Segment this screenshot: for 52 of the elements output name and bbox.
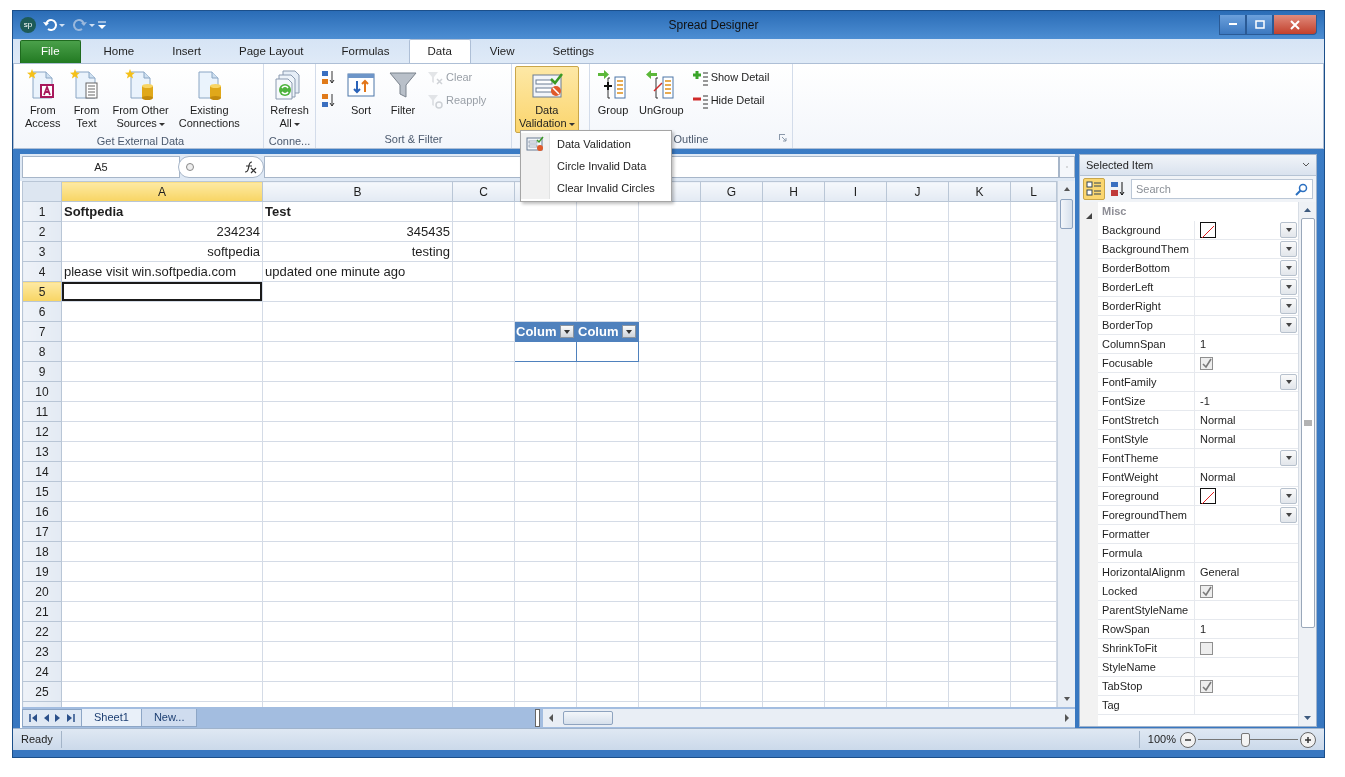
property-name: BorderLeft (1098, 278, 1195, 297)
property-name: FontSize (1098, 392, 1195, 411)
property-name: Locked (1098, 582, 1195, 601)
property-value: Normal (1200, 469, 1236, 485)
property-name: FontFamily (1098, 373, 1195, 392)
property-value: 1 (1200, 621, 1207, 637)
group-label: Get External Data (96, 135, 185, 147)
window-title: Spread Designer (667, 17, 760, 34)
table-cell: updated one minute ago (262, 261, 453, 282)
table-cell: Test (262, 201, 453, 222)
property-name: Formula (1098, 544, 1195, 563)
property-name: BorderRight (1098, 297, 1195, 316)
property-name: FontStretch (1098, 411, 1195, 430)
zoom-level: 100% (1138, 731, 1176, 748)
table-cell: Softpedia (61, 201, 263, 222)
group-label: Conne... (268, 135, 311, 147)
panel-title: Selected Item (1086, 157, 1154, 173)
table-cell: please visit win.softpedia.com (61, 261, 263, 282)
property-name: ColumnSpan (1098, 335, 1195, 354)
status-text: Ready (21, 731, 62, 748)
property-name: HorizontalAlignm (1098, 563, 1195, 582)
group-label: Sort & Filter (384, 133, 443, 145)
property-name: Tag (1098, 696, 1195, 715)
property-name: StyleName (1098, 658, 1195, 677)
property-name: Background (1098, 221, 1195, 240)
property-name: FontTheme (1098, 449, 1195, 468)
table-cell: softpedia (61, 241, 263, 262)
property-value: General (1200, 564, 1240, 580)
property-name: Foreground (1098, 487, 1195, 506)
property-name: ForegroundThem (1098, 506, 1195, 525)
group-label: Outline (673, 133, 709, 145)
property-name: BorderTop (1098, 316, 1195, 335)
property-name: FontWeight (1098, 468, 1195, 487)
property-name: FontStyle (1098, 430, 1195, 449)
property-value: -1 (1200, 393, 1210, 409)
table-cell: 234234 (61, 221, 263, 242)
property-name: ShrinkToFit (1098, 639, 1195, 658)
property-name: BorderBottom (1098, 259, 1195, 278)
property-value: 1 (1200, 336, 1207, 352)
category-label: Misc (1102, 204, 1127, 220)
property-name: RowSpan (1098, 620, 1195, 639)
header-text: Colum (578, 323, 619, 339)
property-value: Normal (1200, 431, 1236, 447)
property-name: Focusable (1098, 354, 1195, 373)
table-cell: 345435 (262, 221, 453, 242)
header-text: Colum (516, 323, 557, 339)
property-name: BackgroundThem (1098, 240, 1195, 259)
table-cell: testing (262, 241, 453, 262)
property-name: Formatter (1098, 525, 1195, 544)
property-value: Normal (1200, 412, 1236, 428)
property-name: TabStop (1098, 677, 1195, 696)
property-name: ParentStyleName (1098, 601, 1195, 620)
